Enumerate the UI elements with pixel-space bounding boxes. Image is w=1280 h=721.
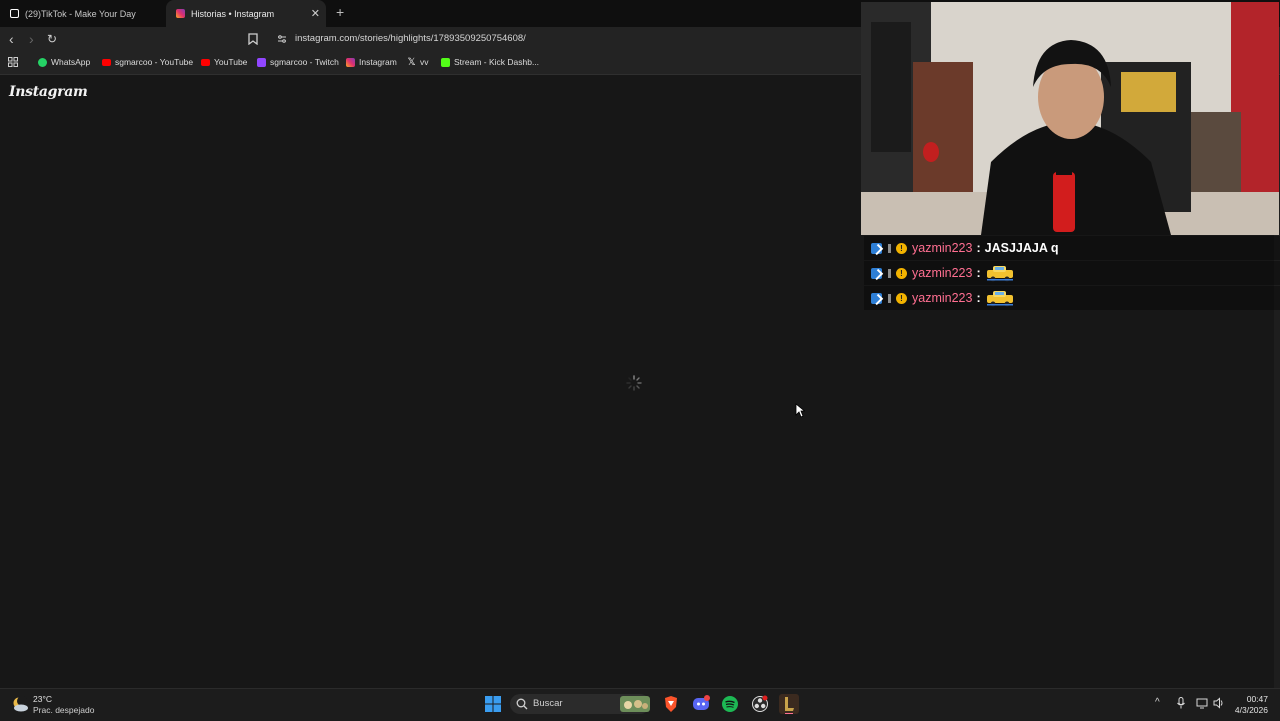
microphone-icon[interactable] [1176, 697, 1186, 709]
youtube-icon [102, 58, 111, 66]
bookmark-label: vv [420, 57, 429, 67]
chat-message: ! yazmin223 : [864, 286, 1280, 310]
x-icon: 𝕏 [407, 56, 416, 68]
bookmark-kick-dashboard[interactable]: Stream - Kick Dashb... [441, 57, 539, 67]
bookmark-whatsapp[interactable]: WhatsApp [38, 57, 90, 67]
bookmark-sgmarcoo-youtube[interactable]: sgmarcoo - YouTube [102, 57, 193, 67]
car-emote [986, 291, 1013, 307]
bookmark-label: YouTube [214, 57, 248, 67]
url-text: instagram.com/stories/highlights/1789350… [295, 33, 526, 44]
chat-separator: : [976, 241, 981, 255]
weather-moon-icon[interactable] [11, 696, 29, 712]
bookmark-label: WhatsApp [51, 57, 91, 67]
weather-temperature[interactable]: 23°C [33, 694, 52, 704]
chat-text: JASJJAJA q [984, 241, 1059, 255]
chat-username: yazmin223 [912, 266, 973, 280]
tab-tiktok[interactable]: (29)TikTok - Make Your Day [0, 0, 165, 27]
webcam-feed-image [861, 2, 1279, 235]
search-label: Buscar [533, 698, 563, 709]
warning-badge-icon: ! [896, 292, 907, 304]
bookmark-sgmarcoo-twitch[interactable]: sgmarcoo - Twitch [257, 57, 339, 67]
chat-message: ! yazmin223 : JASJJAJA q [864, 236, 1280, 260]
tab-title: Historias • Instagram [191, 8, 275, 19]
volume-icon[interactable] [1213, 697, 1225, 709]
bookmark-instagram[interactable]: Instagram [346, 57, 397, 67]
address-bar[interactable]: instagram.com/stories/highlights/1789350… [268, 30, 868, 49]
taskbar-search[interactable]: Buscar [510, 694, 650, 714]
windows-start-icon[interactable] [483, 694, 503, 714]
clock-time: 00:47 [1246, 694, 1268, 704]
discord-icon[interactable] [691, 694, 711, 714]
obs-icon[interactable] [750, 694, 770, 714]
system-clock[interactable]: 00:47 4/3/2026 [1235, 694, 1268, 716]
tab-title: (29)TikTok - Make Your Day [25, 8, 136, 19]
warning-badge-icon: ! [896, 242, 907, 254]
chat-username: yazmin223 [912, 291, 973, 305]
twitch-icon [257, 57, 266, 67]
verified-badge-icon [871, 292, 882, 304]
spotify-icon[interactable] [720, 694, 740, 714]
search-icon [516, 698, 528, 710]
verified-badge-icon [871, 267, 882, 279]
back-button[interactable]: ‹ [9, 31, 14, 47]
mouse-cursor-icon [795, 403, 805, 418]
sub-badge-icon [888, 243, 891, 253]
tab-instagram[interactable]: Historias • Instagram ✕ [166, 0, 326, 27]
brave-browser-icon[interactable] [661, 694, 681, 714]
whatsapp-icon [38, 57, 47, 67]
instagram-icon [176, 9, 185, 18]
chat-separator: : [976, 266, 981, 280]
site-info-icon[interactable] [277, 34, 287, 44]
search-highlight-icon [620, 696, 650, 712]
youtube-icon [201, 58, 210, 66]
league-of-legends-icon[interactable] [779, 694, 799, 714]
stream-chat: ! yazmin223 : JASJJAJA q ! yazmin223 : !… [864, 236, 1280, 311]
network-icon[interactable] [1196, 697, 1208, 709]
chat-separator: : [976, 291, 981, 305]
chat-username: yazmin223 [912, 241, 973, 255]
kick-icon [441, 57, 450, 67]
reload-button[interactable]: ↻ [47, 32, 57, 46]
chat-message: ! yazmin223 : [864, 261, 1280, 285]
bookmark-icon[interactable] [248, 33, 258, 48]
clock-date: 4/3/2026 [1234, 705, 1268, 715]
apps-icon[interactable] [8, 57, 18, 67]
bookmark-label: Stream - Kick Dashb... [454, 57, 540, 67]
new-tab-button[interactable]: + [336, 4, 344, 20]
car-emote [986, 266, 1013, 282]
loading-spinner-icon [626, 375, 642, 391]
instagram-icon [346, 57, 355, 67]
bookmark-label: Instagram [359, 57, 397, 67]
bookmark-vv[interactable]: 𝕏 vv [407, 56, 429, 68]
sub-badge-icon [888, 268, 891, 278]
show-hidden-icons-button[interactable]: ^ [1155, 697, 1160, 708]
forward-button[interactable]: › [29, 31, 34, 47]
webcam-overlay [861, 2, 1279, 235]
weather-description[interactable]: Prac. despejado [33, 705, 94, 715]
instagram-logo[interactable]: Instagram [9, 84, 88, 100]
close-tab-icon[interactable]: ✕ [311, 7, 320, 20]
bookmark-label: sgmarcoo - YouTube [115, 57, 194, 67]
sub-badge-icon [888, 293, 891, 303]
tiktok-icon [10, 9, 19, 18]
verified-badge-icon [871, 242, 882, 254]
bookmark-label: sgmarcoo - Twitch [270, 57, 339, 67]
warning-badge-icon: ! [896, 267, 907, 279]
bookmark-youtube[interactable]: YouTube [201, 57, 247, 67]
